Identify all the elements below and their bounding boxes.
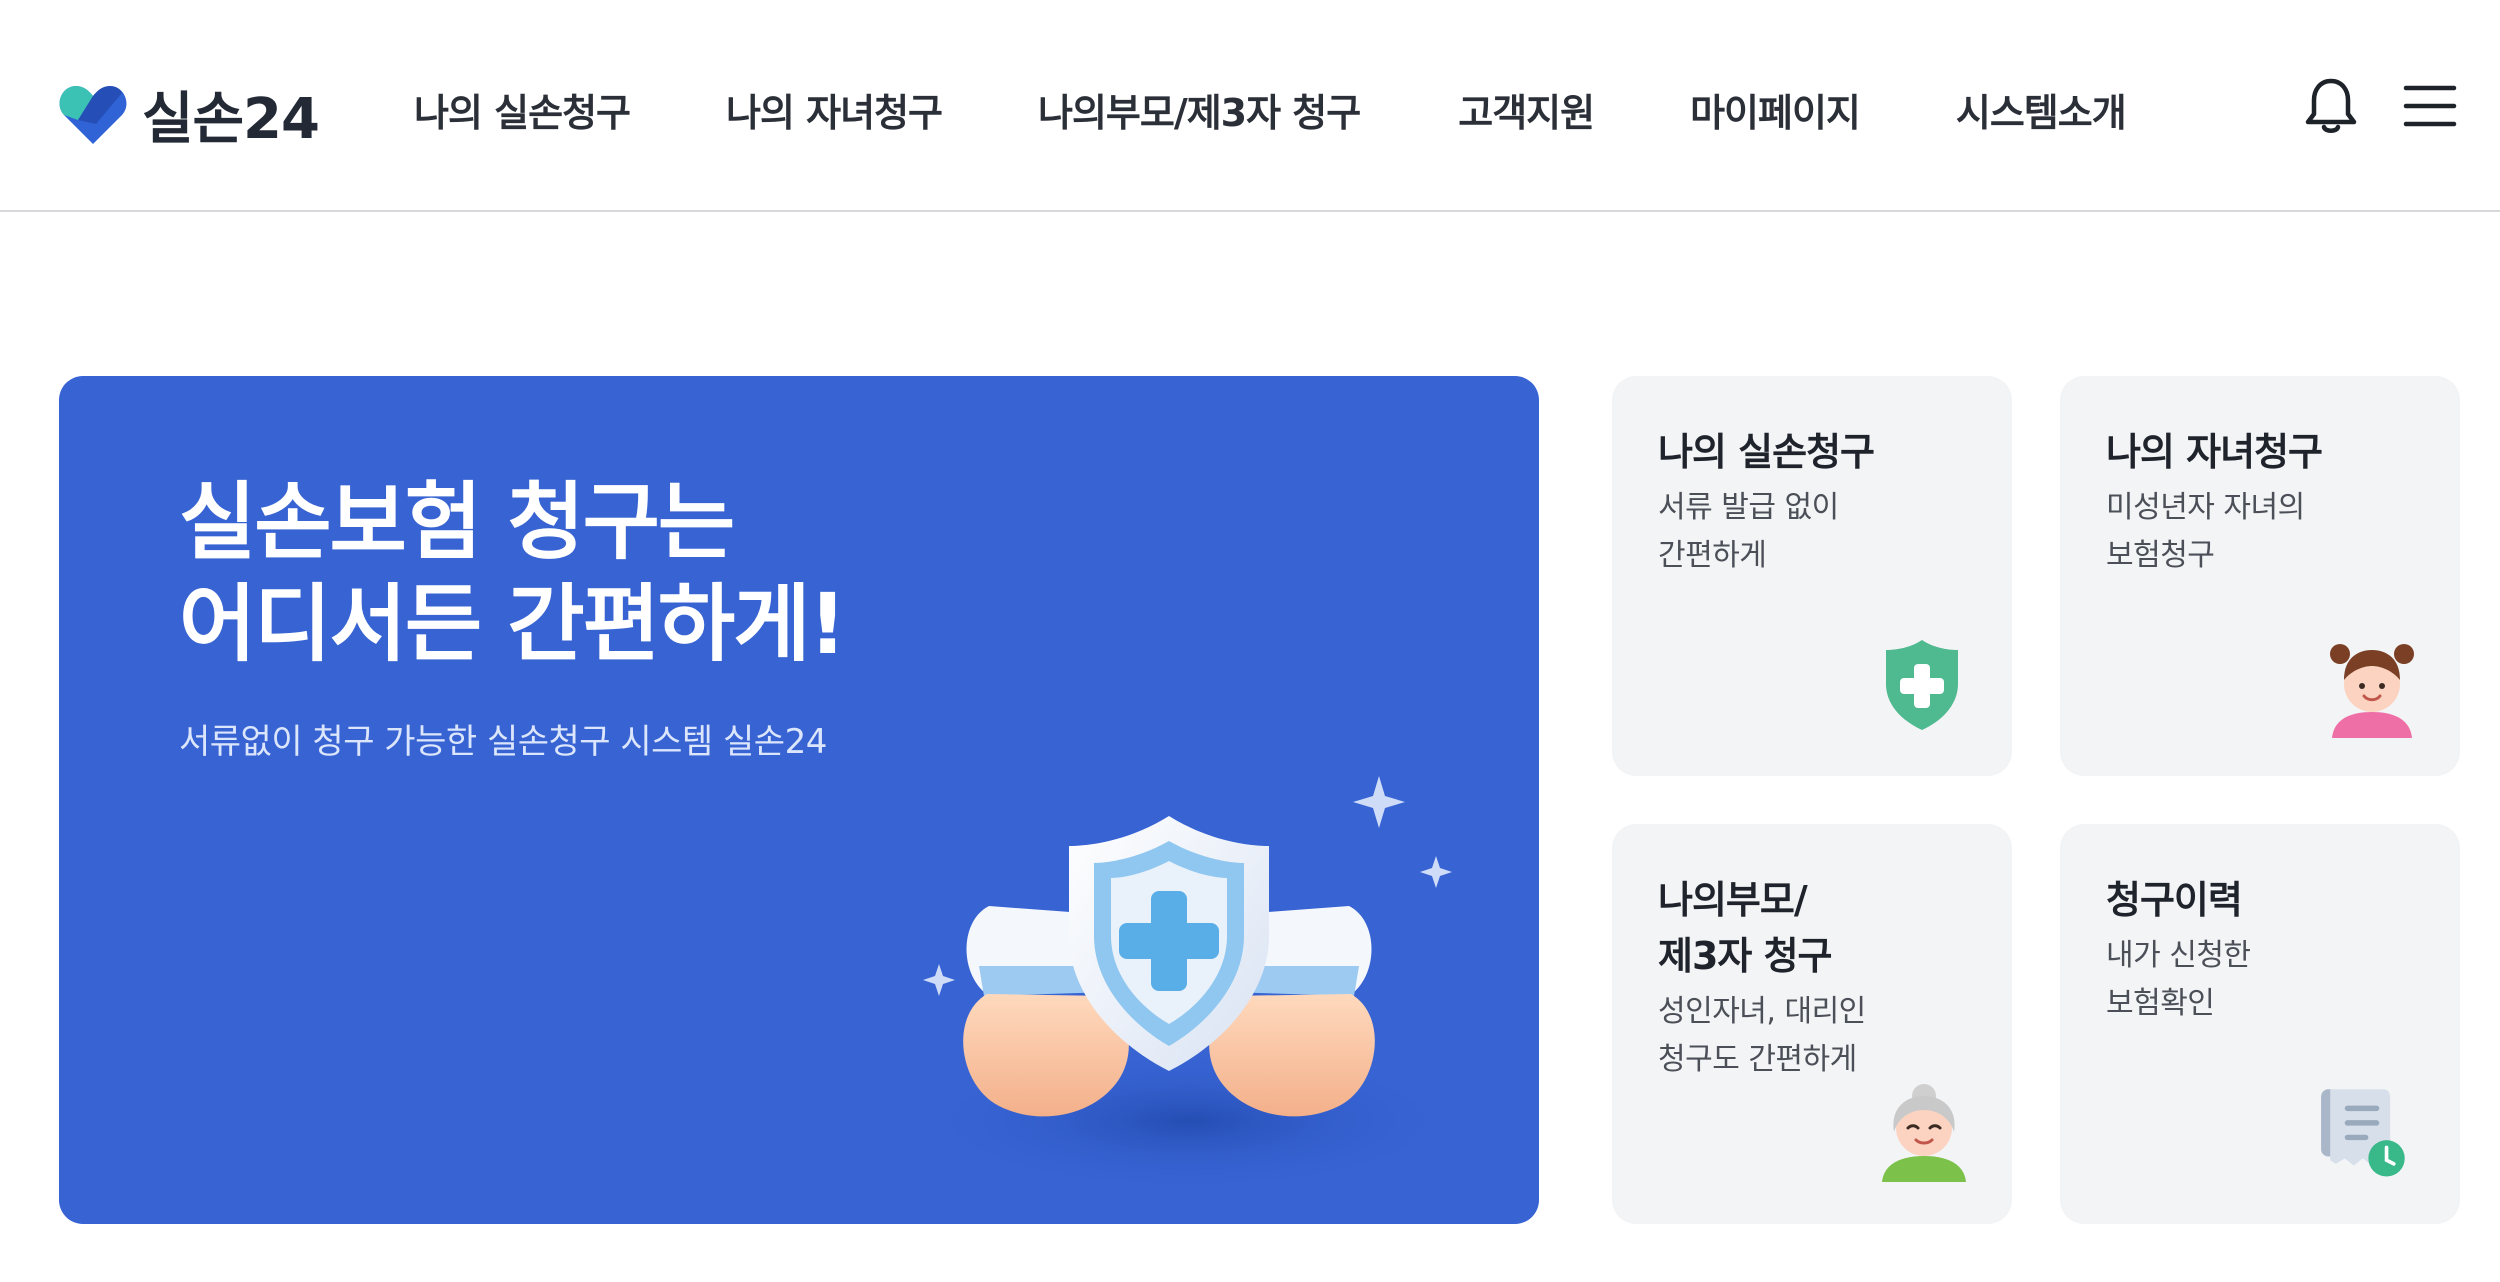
card-desc-line: 청구도 간편하게 [1658,1042,1857,1077]
card-desc-line: 서류 발급 없이 [1658,490,1839,525]
logo-text: 실손24 [142,87,320,152]
girl-avatar-icon [2330,644,2414,738]
top-header: 실손24 나의 실손청구 나의 자녀청구 나의부모/제3자 청구 고객지원 마이… [0,0,2500,212]
card-claim-history[interactable]: 청구이력 내가 신청한 보험확인 [2060,824,2460,1224]
receipt-clock-icon [2321,1089,2405,1177]
nav-item-child-claim[interactable]: 나의 자녀청구 [726,82,943,137]
hero-title: 실손보험 청구는 어디서든 간편하게! [179,471,847,675]
card-parent-third-party-claim[interactable]: 나의부모/ 제3자 청구 성인자녀, 대리인 청구도 간편하게 [1612,824,2012,1224]
nav-item-customer-support[interactable]: 고객지원 [1458,82,1595,137]
card-description: 미성년자 자녀의 보험청구 [2106,484,2305,580]
card-desc-line: 보험청구 [2106,538,2215,573]
card-child-claim[interactable]: 나의 자녀청구 미성년자 자녀의 보험청구 [2060,376,2460,776]
card-desc-line: 간편하게 [1658,538,1767,573]
heart-logo-icon [59,85,127,144]
card-desc-line: 보험확인 [2106,986,2215,1021]
bell-icon[interactable] [2303,76,2359,136]
hands-holding-shield-icon [923,776,1454,1191]
card-desc-line: 내가 신청한 [2106,938,2251,973]
hero-subtitle: 서류없이 청구 가능한 실손청구 시스템 실손24 [179,722,827,762]
green-shield-plus-icon [1886,640,1958,730]
card-title-line: 제3자 청구 [1658,934,1833,978]
card-description: 성인자녀, 대리인 청구도 간편하게 [1658,988,1866,1084]
card-title: 청구이력 [2106,872,2243,928]
card-title-line: 나의부모/ [1658,878,1808,922]
card-title-line: 청구이력 [2106,878,2243,922]
logo[interactable]: 실손24 [58,74,320,155]
nav-item-system-intro[interactable]: 시스템소개 [1956,82,2127,137]
hero-banner[interactable]: 실손보험 청구는 어디서든 간편하게! 서류없이 청구 가능한 실손청구 시스템… [59,376,1539,1224]
card-desc-line: 미성년자 자녀의 [2106,490,2305,525]
card-title: 나의부모/ 제3자 청구 [1658,872,1833,984]
card-desc-line: 성인자녀, 대리인 [1658,994,1866,1029]
main-nav: 나의 실손청구 나의 자녀청구 나의부모/제3자 청구 고객지원 마이페이지 시… [414,82,2222,137]
card-title: 나의 실손청구 [1658,424,1875,480]
card-title: 나의 자녀청구 [2106,424,2323,480]
card-title-line: 나의 실손청구 [1658,430,1875,474]
nav-item-mypage[interactable]: 마이페이지 [1690,82,1861,137]
nav-item-parent-third-party-claim[interactable]: 나의부모/제3자 청구 [1038,82,1361,137]
card-title-line: 나의 자녀청구 [2106,430,2323,474]
hero-title-line-2: 어디서든 간편하게! [179,575,847,673]
card-description: 내가 신청한 보험확인 [2106,932,2251,1028]
nav-item-my-claim[interactable]: 나의 실손청구 [414,82,631,137]
grandma-avatar-icon [1882,1084,1966,1182]
card-my-claim[interactable]: 나의 실손청구 서류 발급 없이 간편하게 [1612,376,2012,776]
hamburger-menu-icon[interactable] [2402,76,2458,136]
card-description: 서류 발급 없이 간편하게 [1658,484,1839,580]
hero-title-line-1: 실손보험 청구는 [179,473,735,571]
